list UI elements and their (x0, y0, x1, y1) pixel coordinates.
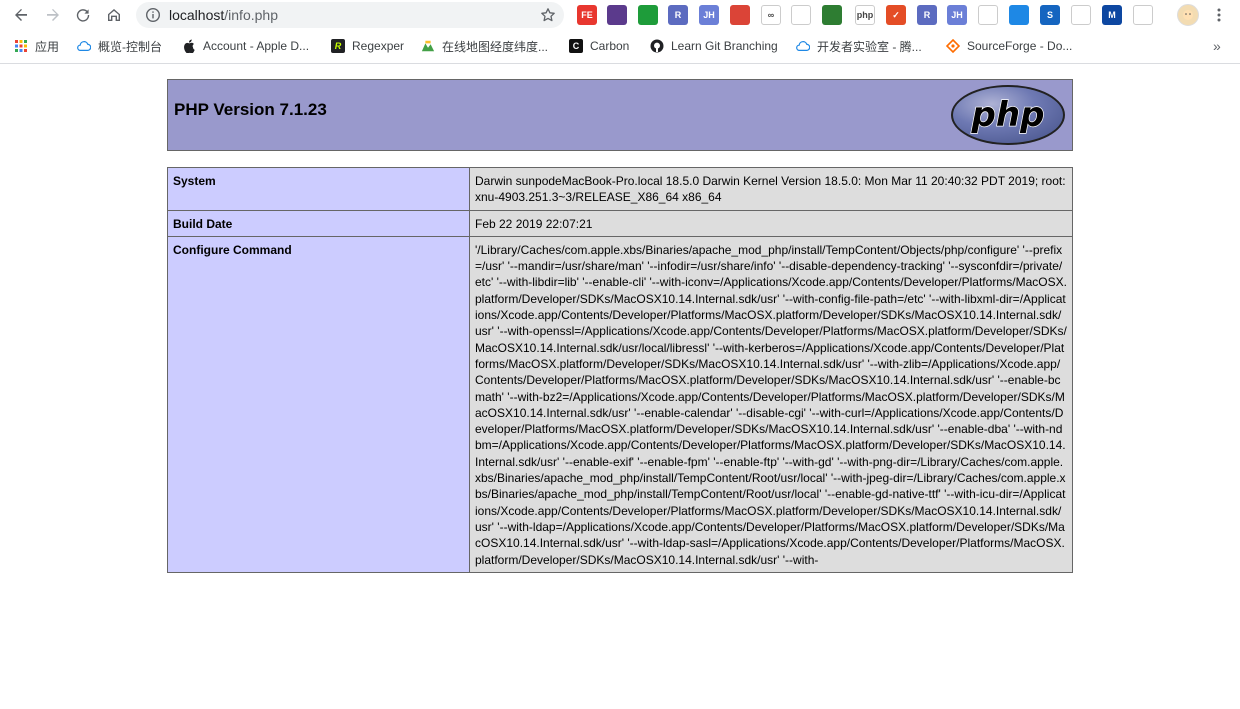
avatar-face-icon (1183, 10, 1193, 20)
profile-avatar[interactable] (1177, 4, 1199, 26)
table-row: Configure Command '/Library/Caches/com.a… (167, 235, 1073, 573)
php-info-table: System Darwin sunpodeMacBook-Pro.local 1… (167, 167, 1073, 573)
table-row: System Darwin sunpodeMacBook-Pro.local 1… (167, 167, 1073, 211)
apps-grid-icon (14, 39, 28, 53)
info-icon[interactable] (145, 7, 161, 23)
reload-button[interactable] (70, 2, 96, 28)
more-bookmarks-button[interactable]: » (1213, 37, 1221, 55)
bookmark-carbon[interactable]: C Carbon (569, 37, 629, 55)
bookmark-label: 应用 (35, 39, 60, 54)
book-extension-icon[interactable] (1009, 5, 1029, 25)
browser-menu-button[interactable] (1206, 2, 1232, 28)
bookmark-label: 开发者实验室 - 腾... (817, 39, 922, 54)
bookmarks-bar: 应用 概览-控制台 Account - Apple D... R Regexpe… (0, 34, 1240, 58)
bookmark-console[interactable]: 概览-控制台 (77, 37, 162, 55)
bookmark-apple[interactable]: Account - Apple D... (182, 37, 309, 55)
github-icon (650, 39, 664, 53)
bookmark-label: SourceForge - Do... (967, 39, 1073, 53)
bookmark-regexper[interactable]: R Regexper (331, 37, 404, 55)
r-icon: R (331, 39, 345, 53)
cloud-icon (77, 39, 91, 53)
php-logo-text: php (971, 95, 1045, 135)
row-value-build-date: Feb 22 2019 22:07:21 (469, 209, 1073, 237)
m-extension-icon[interactable]: M (1102, 5, 1122, 25)
back-arrow-icon (15, 9, 27, 21)
chrome-icon[interactable] (730, 5, 750, 25)
php-extension-icon[interactable]: php (855, 5, 875, 25)
url-host: localhost (169, 7, 225, 23)
red-checkbox-extension-icon[interactable]: ✓ (886, 5, 906, 25)
bookmark-map[interactable]: 在线地图经度纬度... (421, 37, 548, 55)
url-path: /info.php (224, 7, 278, 23)
page-title: PHP Version 7.1.23 (174, 100, 327, 119)
bookmark-label: 在线地图经度纬度... (442, 39, 549, 54)
row-key-system: System (167, 167, 470, 211)
r-badge-extension-icon[interactable]: R (668, 5, 688, 25)
browser-toolbar: localhost/info.php FE R JH ∞ php ✓ R JH S M (0, 0, 1240, 30)
purple-extension-icon[interactable] (607, 5, 627, 25)
bookmark-apps[interactable]: 应用 (14, 37, 59, 55)
s-extension-icon[interactable]: S (1040, 5, 1060, 25)
home-icon (108, 9, 120, 21)
green-square-extension-icon[interactable] (638, 5, 658, 25)
row-key-build-date: Build Date (167, 209, 470, 237)
infinity-icon[interactable]: ∞ (761, 5, 781, 25)
page-content: PHP Version 7.1.23 php System Darwin sun… (0, 65, 1240, 709)
sourceforge-icon (946, 39, 960, 53)
reload-icon (76, 9, 90, 22)
url-text[interactable]: localhost/info.php (169, 7, 278, 23)
forward-arrow-icon (47, 9, 59, 21)
home-button[interactable] (101, 2, 127, 28)
snake-extension-icon[interactable] (978, 5, 998, 25)
globe-extension-icon[interactable] (1133, 5, 1153, 25)
back-button[interactable] (8, 2, 34, 28)
php-logo[interactable]: php (949, 84, 1067, 146)
bookmark-label: Carbon (590, 39, 630, 53)
bookmark-label: Account - Apple D... (203, 39, 310, 53)
browser-chrome: localhost/info.php FE R JH ∞ php ✓ R JH S M 应用 (0, 0, 1240, 64)
bookmark-star-icon[interactable] (540, 7, 556, 23)
bookmark-lab[interactable]: 开发者实验室 - 腾... (796, 37, 922, 55)
row-key-configure-command: Configure Command (167, 235, 470, 573)
row-value-system: Darwin sunpodeMacBook-Pro.local 18.5.0 D… (469, 167, 1073, 211)
r-badge-2-extension-icon[interactable]: R (917, 5, 937, 25)
bookmark-git[interactable]: Learn Git Branching (650, 37, 778, 55)
forward-button[interactable] (40, 2, 66, 28)
map-icon (421, 39, 435, 53)
jh-2-extension-icon[interactable]: JH (947, 5, 967, 25)
address-bar[interactable]: localhost/info.php (136, 2, 564, 28)
jh-extension-icon[interactable]: JH (699, 5, 719, 25)
c-icon: C (569, 39, 583, 53)
bookmark-label: 概览-控制台 (98, 39, 162, 54)
fe-extension-icon[interactable]: FE (577, 5, 597, 25)
bookmark-sourceforge[interactable]: SourceForge - Do... (946, 37, 1072, 55)
kebab-menu-icon (1217, 8, 1221, 22)
bookmark-label: Regexper (352, 39, 405, 53)
bookmark-label: Learn Git Branching (671, 39, 778, 53)
crop-extension-icon[interactable] (1071, 5, 1091, 25)
shield-extension-icon[interactable] (791, 5, 811, 25)
apple-icon (182, 39, 196, 53)
php-version-header: PHP Version 7.1.23 php (167, 79, 1073, 151)
table-row: Build Date Feb 22 2019 22:07:21 (167, 209, 1073, 237)
cloud-icon (796, 39, 810, 53)
green-leaf-extension-icon[interactable] (822, 5, 842, 25)
row-value-configure-command: '/Library/Caches/com.apple.xbs/Binaries/… (469, 235, 1073, 573)
